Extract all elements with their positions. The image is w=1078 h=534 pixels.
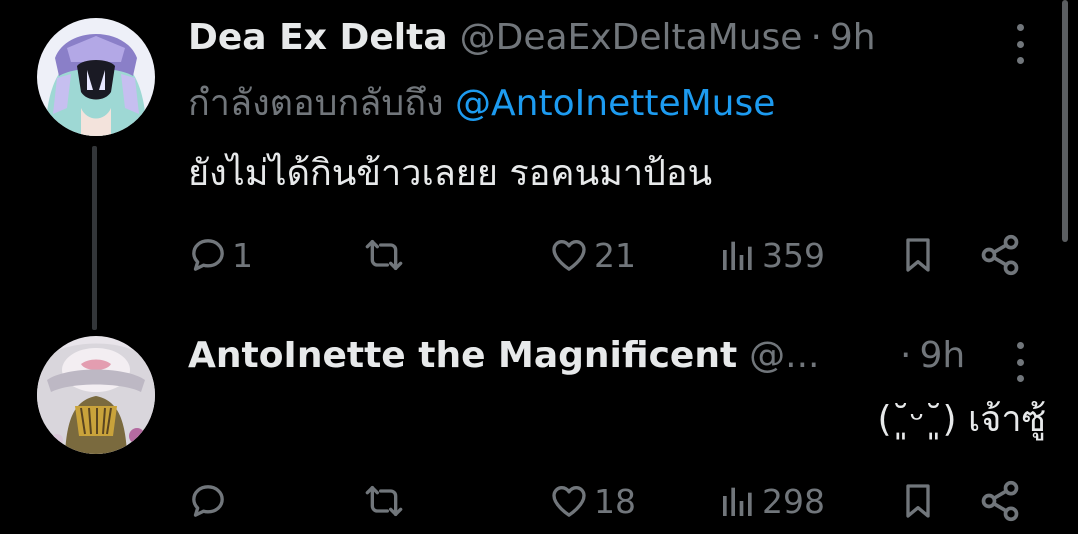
user-handle[interactable]: @... (749, 334, 819, 378)
bookmark-button[interactable] (898, 230, 938, 280)
separator-dot: · (810, 17, 822, 58)
separator-dot: · (900, 335, 912, 376)
replying-to: กำลังตอบกลับถึง @AntoInetteMuse (188, 82, 775, 126)
display-name[interactable]: Dea Ex Delta (188, 16, 448, 60)
bookmark-icon (906, 238, 930, 272)
bar-chart-icon (723, 241, 752, 270)
share-button[interactable] (978, 476, 1022, 526)
tweet-text: ยังไม่ได้กินข้าวเลยย รอคนมาป้อน (188, 153, 713, 194)
retweet-arrows-icon (365, 240, 403, 270)
reply-count: 1 (232, 235, 253, 275)
timestamp[interactable]: 9h (919, 334, 965, 378)
more-options-icon[interactable] (1010, 24, 1030, 64)
replying-to-label: กำลังตอบกลับถึง (188, 83, 444, 124)
view-count: 298 (762, 481, 825, 521)
thread-connector-line (92, 146, 97, 330)
like-button[interactable]: 18 (548, 476, 636, 526)
scrollbar[interactable] (1062, 0, 1068, 242)
display-name[interactable]: AntoInette the Magnificent (188, 334, 737, 378)
reply-button[interactable]: 1 (188, 230, 253, 280)
retweet-button[interactable] (360, 476, 412, 526)
views-button[interactable]: 298 (718, 476, 825, 526)
views-button[interactable]: 359 (718, 230, 825, 280)
avatar-dea-ex-delta[interactable] (37, 18, 155, 136)
bookmark-icon (906, 484, 930, 518)
tweet-header: Dea Ex Delta @DeaExDeltaMuse · 9h (188, 16, 876, 60)
bookmark-button[interactable] (898, 476, 938, 526)
timestamp[interactable]: 9h (830, 16, 876, 60)
more-options-icon[interactable] (1010, 342, 1030, 382)
avatar-antoinette[interactable] (37, 336, 155, 454)
view-count: 359 (762, 235, 825, 275)
reply-button[interactable] (188, 476, 232, 526)
share-icon (981, 234, 1019, 276)
reply-bubble-icon (192, 239, 224, 271)
retweet-button[interactable] (360, 230, 412, 280)
tweet-text: (˘͈ᵕ˘͈) เจ้าซู้ (877, 399, 1046, 440)
tweet-header: AntoInette the Magnificent @... (188, 334, 820, 378)
reply-bubble-icon (192, 485, 224, 517)
user-handle[interactable]: @DeaExDeltaMuse (460, 16, 803, 60)
tweet-time: · 9h (892, 334, 965, 378)
like-count: 18 (594, 481, 636, 521)
like-button[interactable]: 21 (548, 230, 636, 280)
retweet-arrows-icon (365, 486, 403, 516)
reply-mention-link[interactable]: @AntoInetteMuse (455, 83, 775, 124)
heart-icon (552, 240, 586, 271)
share-icon (981, 480, 1019, 522)
bar-chart-icon (723, 487, 752, 516)
share-button[interactable] (978, 230, 1022, 280)
like-count: 21 (594, 235, 636, 275)
heart-icon (552, 486, 586, 517)
